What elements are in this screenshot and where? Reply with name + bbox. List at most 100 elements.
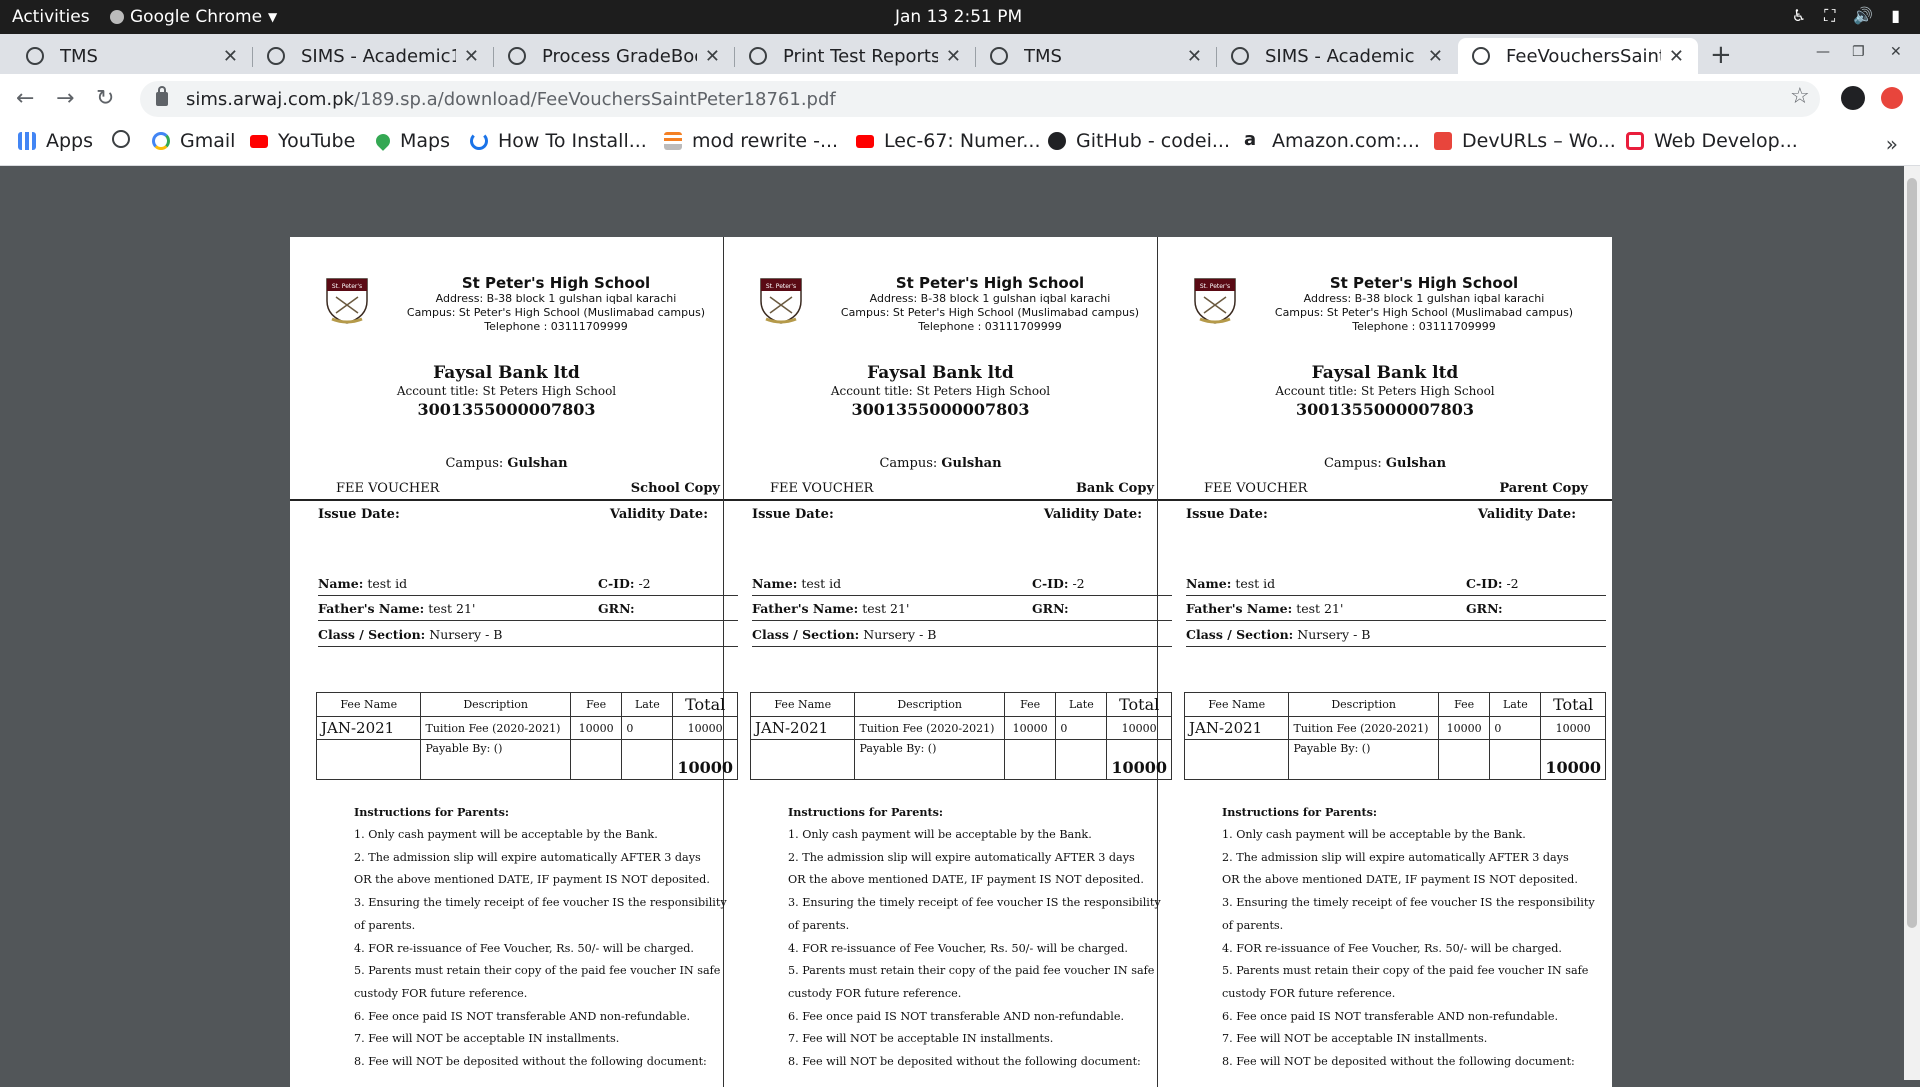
tab-print-test-reports[interactable]: Print Test Reports ✕ xyxy=(735,38,975,74)
close-icon[interactable]: ✕ xyxy=(1428,46,1443,67)
tab-tms-2[interactable]: TMS ✕ xyxy=(976,38,1216,74)
instructions: Instructions for Parents: 1. Only cash p… xyxy=(1222,802,1602,1074)
voucher-title-row: FEE VOUCHER Bank Copy xyxy=(770,481,1154,496)
name-value: test id xyxy=(367,576,408,591)
accessibility-icon[interactable]: ♿ xyxy=(1792,6,1806,26)
lock-icon[interactable] xyxy=(156,86,168,106)
maximize-button[interactable]: ❐ xyxy=(1852,44,1865,60)
close-icon[interactable]: ✕ xyxy=(223,46,238,67)
globe-icon xyxy=(267,47,285,65)
close-icon[interactable]: ✕ xyxy=(946,46,961,67)
bookmark-star-icon[interactable]: ☆ xyxy=(1790,84,1810,109)
bookmark-globe[interactable] xyxy=(112,130,130,148)
instruction-line: 8. Fee will NOT be deposited without the… xyxy=(788,1055,1141,1069)
bookmark-github[interactable]: GitHub - codei... xyxy=(1048,130,1230,152)
campus-label: Campus: xyxy=(445,456,504,471)
tab-sims-academic1[interactable]: SIMS - Academic1 ✕ xyxy=(253,38,493,74)
app-menu[interactable]: Google Chrome ▼ xyxy=(110,7,277,27)
campus: Campus: Gulshan xyxy=(1158,456,1612,471)
bookmark-devurls[interactable]: DevURLs – Wo... xyxy=(1434,130,1616,152)
scrollbar-thumb[interactable] xyxy=(1907,178,1917,928)
close-window-button[interactable]: ✕ xyxy=(1890,44,1902,60)
school-telephone: Telephone : 03111709999 xyxy=(484,320,628,333)
close-icon[interactable]: ✕ xyxy=(1187,46,1202,67)
school-crest-logo: St. Peter's xyxy=(1194,278,1236,324)
minimize-button[interactable]: — xyxy=(1816,44,1830,60)
globe-icon xyxy=(112,130,130,148)
new-tab-button[interactable]: + xyxy=(1710,40,1732,70)
scrollbar[interactable] xyxy=(1904,166,1920,1080)
back-button[interactable]: ← xyxy=(16,86,34,111)
volume-icon[interactable]: 🔊 xyxy=(1853,6,1873,26)
school-campus: Campus: St Peter's High School (Muslimab… xyxy=(1274,306,1574,319)
tab-fee-vouchers[interactable]: FeeVouchersSaintPeter18761.pdf ✕ xyxy=(1458,38,1698,74)
amazon-icon: a xyxy=(1244,129,1257,150)
instruction-line: 6. Fee once paid IS NOT transferable AND… xyxy=(788,1009,1125,1023)
close-icon[interactable]: ✕ xyxy=(705,46,720,67)
battery-icon[interactable]: ▮ xyxy=(1891,6,1900,26)
bookmark-apps[interactable]: Apps xyxy=(18,130,93,152)
system-tray[interactable]: ♿ ⛶ 🔊 ▮ xyxy=(1792,6,1900,26)
grand-total: 10000 xyxy=(1540,739,1606,780)
bookmark-label: Maps xyxy=(400,130,450,152)
tab-tms[interactable]: TMS ✕ xyxy=(12,38,252,74)
tab-process-gradebook[interactable]: Process GradeBook ✕ xyxy=(494,38,734,74)
close-icon[interactable]: ✕ xyxy=(464,46,479,67)
description-cell: Tuition Fee (2020-2021) xyxy=(420,716,571,740)
bookmark-label: Lec-67: Numer... xyxy=(884,130,1041,152)
bookmark-label: GitHub - codei... xyxy=(1076,130,1230,152)
bookmark-mod-rewrite[interactable]: mod rewrite -... xyxy=(664,130,838,152)
tab-label: TMS xyxy=(1024,45,1062,67)
update-icon[interactable] xyxy=(1881,87,1903,109)
address-bar[interactable]: sims.arwaj.com.pk/189.sp.a/download/FeeV… xyxy=(140,81,1820,117)
web-icon xyxy=(1626,132,1644,150)
name-label: Name: xyxy=(752,576,798,591)
reload-button[interactable]: ↻ xyxy=(96,86,114,111)
name-label: Name: xyxy=(1186,576,1232,591)
youtube-icon xyxy=(250,134,268,148)
late-cell: 0 xyxy=(1489,716,1542,740)
instruction-line: 7. Fee will NOT be acceptable IN install… xyxy=(354,1032,620,1046)
clock[interactable]: Jan 13 2:51 PM xyxy=(895,7,1022,27)
network-icon[interactable]: ⛶ xyxy=(1824,6,1835,26)
tab-sims-academic[interactable]: SIMS - Academic ✕ xyxy=(1217,38,1457,74)
father-label: Father's Name: xyxy=(318,601,425,616)
instruction-line: 6. Fee once paid IS NOT transferable AND… xyxy=(354,1009,691,1023)
bookmark-web-develop[interactable]: Web Develop... xyxy=(1626,130,1798,152)
school-campus: Campus: St Peter's High School (Muslimab… xyxy=(840,306,1140,319)
cid-label: C-ID: xyxy=(1466,576,1503,591)
col-fee-name: Fee Name xyxy=(749,692,856,717)
description-cell: Tuition Fee (2020-2021) xyxy=(1288,716,1439,740)
instruction-line: 7. Fee will NOT be acceptable IN install… xyxy=(788,1032,1054,1046)
bookmark-youtube[interactable]: YouTube xyxy=(250,130,355,152)
instruction-line: of parents. xyxy=(354,918,416,932)
tab-label: SIMS - Academic1 xyxy=(301,45,456,67)
bookmark-maps[interactable]: Maps xyxy=(373,130,450,152)
bookmark-lec-67[interactable]: Lec-67: Numer... xyxy=(856,130,1041,152)
bookmark-label: mod rewrite -... xyxy=(692,130,839,152)
grn-label: GRN: xyxy=(1032,601,1069,616)
profile-avatar[interactable] xyxy=(1841,86,1865,110)
pdf-viewer[interactable]: St. Peter's St Peter's High School Addre… xyxy=(0,166,1920,1087)
bookmark-how-to-install[interactable]: How To Install... xyxy=(470,130,647,152)
col-fee-name: Fee Name xyxy=(315,692,422,717)
bookmark-amazon[interactable]: a Amazon.com:... xyxy=(1244,130,1420,152)
globe-icon xyxy=(1472,47,1490,65)
os-top-bar: Activities Google Chrome ▼ Jan 13 2:51 P… xyxy=(0,0,1920,34)
account-title: Account title: St Peters High School xyxy=(396,384,617,398)
name-value: test id xyxy=(1235,576,1276,591)
close-icon[interactable]: ✕ xyxy=(1669,46,1684,67)
instruction-line: 1. Only cash payment will be acceptable … xyxy=(1222,828,1526,841)
empty-cell xyxy=(1183,739,1290,780)
class-value: Nursery - B xyxy=(863,627,937,642)
activities-button[interactable]: Activities xyxy=(12,7,90,27)
instructions: Instructions for Parents: 1. Only cash p… xyxy=(354,802,734,1074)
empty-cell xyxy=(621,739,674,780)
father-name-row: Father's Name: test 21' GRN: xyxy=(318,597,738,621)
bookmark-label: Apps xyxy=(46,130,94,152)
forward-button[interactable]: → xyxy=(56,86,74,111)
apps-grid-icon xyxy=(18,132,36,150)
app-name: Google Chrome xyxy=(130,7,263,27)
bookmark-gmail[interactable]: Gmail xyxy=(152,130,235,152)
bookmarks-overflow-button[interactable]: » xyxy=(1886,132,1898,156)
